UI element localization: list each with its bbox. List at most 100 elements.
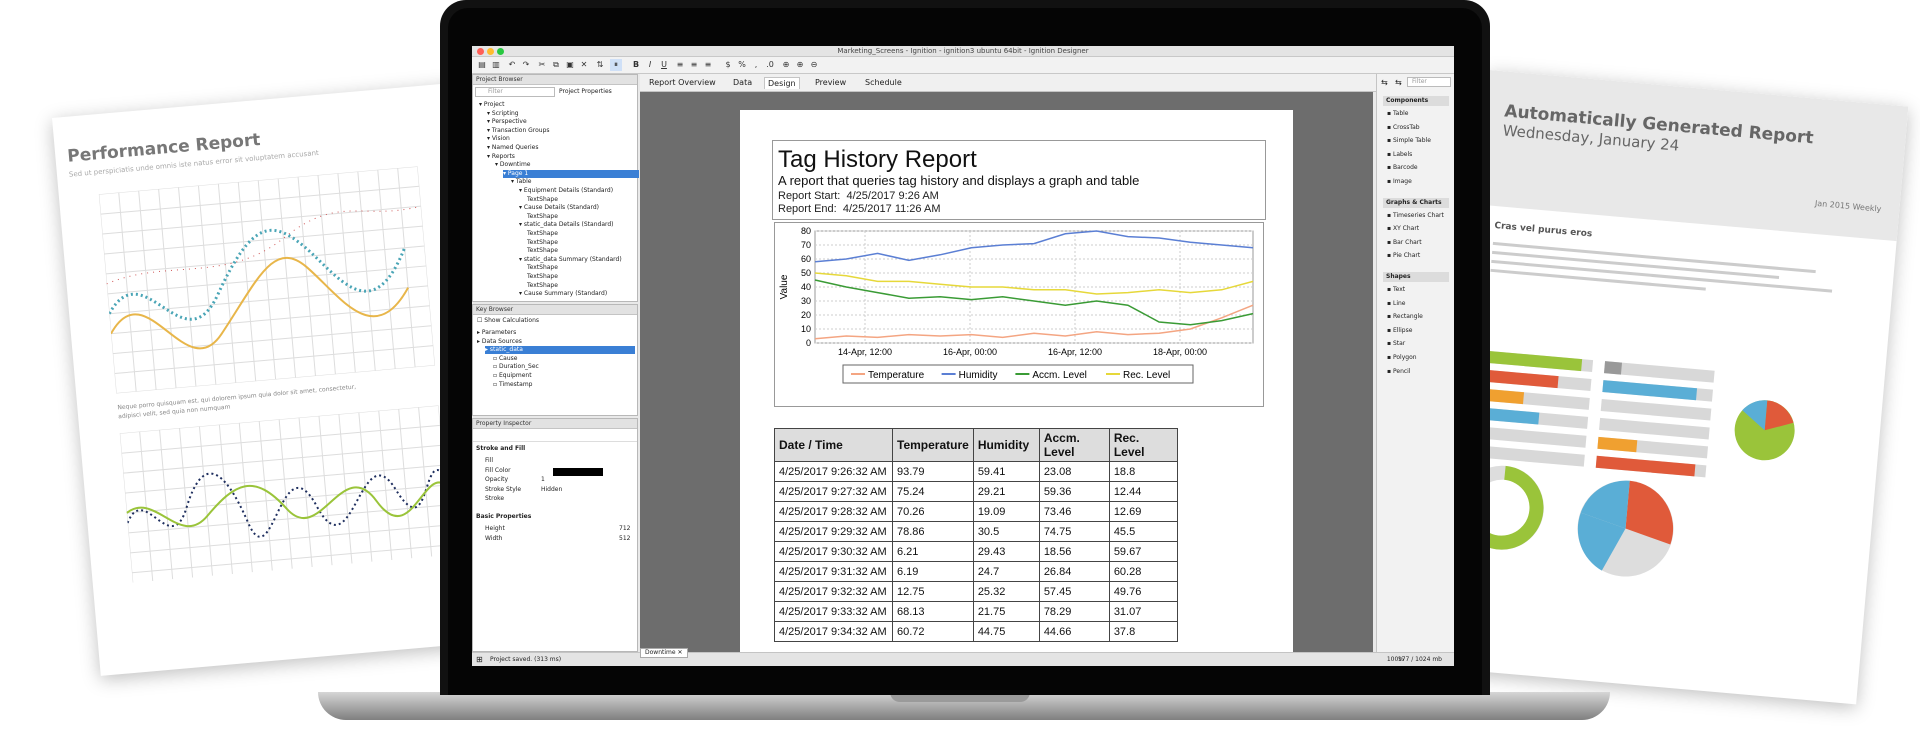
key-tree-item[interactable]: ▫ Equipment xyxy=(493,372,532,380)
show-calculations-checkbox[interactable]: ☐ Show Calculations xyxy=(477,317,539,324)
report-start[interactable]: Report Start: 4/25/2017 9:26 AM xyxy=(778,190,939,202)
percent-icon[interactable]: % xyxy=(736,59,748,71)
key-tree-item[interactable]: ▸ Data Sources xyxy=(477,338,522,346)
report-subtitle[interactable]: A report that queries tag history and di… xyxy=(778,173,1139,188)
project-tree-item[interactable]: ▾ Table xyxy=(511,178,531,186)
history-table[interactable]: Date / Time Temperature Humidity Accm. Leve… xyxy=(774,428,1178,642)
tab-report-overview[interactable]: Report Overview xyxy=(646,77,719,88)
palette-item[interactable]: ▪ Pie Chart xyxy=(1387,252,1420,259)
save-all-icon[interactable]: ▥ xyxy=(490,59,502,71)
redo-icon[interactable]: ↷ xyxy=(520,59,532,71)
project-tree-item[interactable]: ▾ Page 1 xyxy=(503,169,639,178)
project-tree-item[interactable]: TextShape xyxy=(527,282,558,290)
document-tab[interactable]: Downtime ✕ xyxy=(640,648,688,658)
project-tree-item[interactable]: TextShape xyxy=(527,196,558,204)
italic-icon[interactable]: I xyxy=(644,59,656,71)
align-left-icon[interactable]: ≡ xyxy=(674,59,686,71)
palette-item[interactable]: ▪ Ellipse xyxy=(1387,327,1412,334)
palette-section-header[interactable]: Components xyxy=(1383,96,1449,106)
project-tree-item[interactable]: TextShape xyxy=(527,273,558,281)
project-tree-item[interactable]: ▾ Project xyxy=(479,101,504,109)
palette-item[interactable]: ▪ Timeseries Chart xyxy=(1387,212,1444,219)
project-tree-item[interactable]: ▾ Scripting xyxy=(487,110,519,118)
palette-toggle-icon[interactable]: ⇆ xyxy=(1395,78,1402,87)
align-center-icon[interactable]: ≡ xyxy=(688,59,700,71)
delete-icon[interactable]: ✕ xyxy=(578,59,590,71)
pause-icon[interactable]: ⏸ xyxy=(610,59,622,71)
tab-design[interactable]: Design xyxy=(764,77,800,89)
property-value[interactable]: 512 xyxy=(619,535,630,543)
decimal-icon[interactable]: .0 xyxy=(764,59,776,71)
report-page[interactable]: Tag History Report A report that queries… xyxy=(740,110,1293,666)
palette-filter-input[interactable]: Filter xyxy=(1407,77,1451,87)
project-tree-item[interactable]: ▾ Equipment Details (Standard) xyxy=(519,187,613,195)
project-filter-input[interactable]: Filter xyxy=(475,87,555,97)
palette-item[interactable]: ▪ CrossTab xyxy=(1387,124,1420,131)
property-value[interactable]: Hidden xyxy=(541,486,562,494)
key-tree-item[interactable]: ▫ Cause xyxy=(493,355,517,363)
project-tree-item[interactable]: TextShape xyxy=(527,247,558,255)
comma-icon[interactable]: , xyxy=(750,59,762,71)
palette-section-header[interactable]: Shapes xyxy=(1383,272,1449,282)
project-properties-button[interactable]: Project Properties xyxy=(559,88,612,95)
tab-schedule[interactable]: Schedule xyxy=(862,77,905,88)
grid-icon[interactable]: ⊞ xyxy=(476,653,483,666)
tab-data[interactable]: Data xyxy=(730,77,755,88)
fill-color-swatch[interactable] xyxy=(553,468,603,476)
zoom-out-icon[interactable]: ⊖ xyxy=(808,59,820,71)
property-value[interactable]: 1 xyxy=(541,476,545,484)
key-tree-item[interactable]: ▸ Parameters xyxy=(477,329,516,337)
project-tree-item[interactable]: TextShape xyxy=(527,230,558,238)
currency-icon[interactable]: $ xyxy=(722,59,734,71)
palette-view-icon[interactable]: ⇆ xyxy=(1381,78,1388,87)
palette-item[interactable]: ▪ Rectangle xyxy=(1387,313,1423,320)
project-tree-item[interactable]: TextShape xyxy=(527,239,558,247)
project-tree-item[interactable]: ▾ Cause Details (Standard) xyxy=(519,204,599,212)
key-tree-item[interactable]: ▸ static_data xyxy=(485,346,635,355)
project-tree-item[interactable]: ▾ Transaction Groups xyxy=(487,127,550,135)
project-tree-item[interactable]: TextShape xyxy=(527,213,558,221)
save-icon[interactable]: ▤ xyxy=(476,59,488,71)
zoom-in-icon[interactable]: ⊕ xyxy=(794,59,806,71)
palette-section-header[interactable]: Graphs & Charts xyxy=(1383,197,1449,208)
key-tree-item[interactable]: ▫ Timestamp xyxy=(493,381,532,389)
property-value[interactable]: 712 xyxy=(619,525,630,533)
palette-item[interactable]: ▪ Simple Table xyxy=(1387,137,1431,144)
project-tree-item[interactable]: ▾ Reports xyxy=(487,153,515,161)
palette-item[interactable]: ▪ Text xyxy=(1387,286,1405,293)
project-tree-item[interactable]: ▾ Cause Summary (Standard) xyxy=(519,290,607,298)
stroke-fill-section[interactable]: Stroke and Fill xyxy=(476,445,525,452)
copy-icon[interactable]: ⧉ xyxy=(550,59,562,71)
palette-item[interactable]: ▪ Line xyxy=(1387,300,1405,307)
underline-icon[interactable]: U xyxy=(658,59,670,71)
project-tree-item[interactable]: ▾ Vision xyxy=(487,135,510,143)
palette-item[interactable]: ▪ XY Chart xyxy=(1387,225,1419,232)
palette-item[interactable]: ▪ Table xyxy=(1387,110,1409,117)
project-tree-item[interactable]: ▾ static_data Details (Standard) xyxy=(519,221,614,229)
report-title[interactable]: Tag History Report xyxy=(778,146,977,174)
timeseries-chart[interactable]: 0 10 20 30 40 50 60 70 80 Value 14-Apr, 12:00 16-Ap… xyxy=(774,222,1264,407)
key-tree-item[interactable]: ▫ Duration_Sec xyxy=(493,363,539,371)
project-tree-item[interactable]: ▾ static_data Summary (Standard) xyxy=(519,256,622,264)
tab-preview[interactable]: Preview xyxy=(812,77,849,88)
report-end[interactable]: Report End: 4/25/2017 11:26 AM xyxy=(778,203,940,215)
palette-item[interactable]: ▪ Pencil xyxy=(1387,368,1411,375)
paste-icon[interactable]: ▣ xyxy=(564,59,576,71)
palette-item[interactable]: ▪ Star xyxy=(1387,340,1405,347)
palette-item[interactable]: ▪ Barcode xyxy=(1387,164,1418,171)
undo-icon[interactable]: ↶ xyxy=(506,59,518,71)
align-right-icon[interactable]: ≡ xyxy=(702,59,714,71)
project-tree-item[interactable]: ▾ Downtime xyxy=(495,161,530,169)
palette-item[interactable]: ▪ Labels xyxy=(1387,151,1412,158)
project-tree-item[interactable]: TextShape xyxy=(527,264,558,272)
project-tree-item[interactable]: ▾ Perspective xyxy=(487,118,527,126)
bold-icon[interactable]: B xyxy=(630,59,642,71)
project-tree-item[interactable]: ▾ Named Queries xyxy=(487,144,539,152)
zoom-actual-icon[interactable]: ⊕ xyxy=(780,59,792,71)
cut-icon[interactable]: ✂ xyxy=(536,59,548,71)
basic-properties-section[interactable]: Basic Properties xyxy=(476,513,531,520)
palette-item[interactable]: ▪ Bar Chart xyxy=(1387,239,1422,246)
palette-item[interactable]: ▪ Polygon xyxy=(1387,354,1417,361)
comms-icon[interactable]: ⇅ xyxy=(594,59,606,71)
design-canvas[interactable]: Tag History Report A report that queries… xyxy=(640,92,1373,666)
